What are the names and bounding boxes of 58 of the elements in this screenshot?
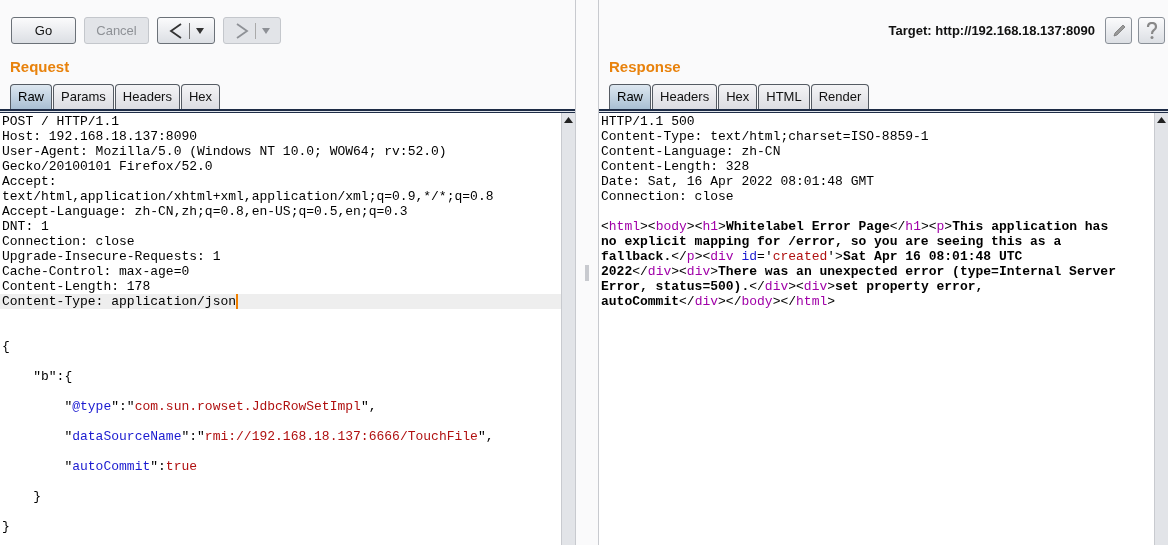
tab[interactable]: Raw [609,84,651,109]
caret-icon [261,27,270,34]
question-mark-icon [1145,21,1158,40]
code-line: POST / HTTP/1.1 [2,114,120,129]
chevron-right-icon [234,22,249,39]
code-line: Upgrade-Insecure-Requests: 1 [2,249,221,264]
code-line: } [2,519,10,534]
code-line: HTTP/1.1 500 [601,114,695,129]
code-line: } [32,489,41,504]
tab[interactable]: Headers [652,84,718,109]
code-line: Content-Type: application/json [2,294,237,309]
code-line: Content-Type: text/html;charset=ISO-8859-1 [601,129,929,144]
back-button[interactable] [157,17,215,44]
caret-icon [195,27,204,34]
code-line: "dataSourceName":"rmi://192.168.18.137:6666/TouchFile", [63,429,494,444]
code-line: Cache-Control: max-age=0 [2,264,190,279]
code-line: Gecko/20100101 Firefox/52.0 [2,159,213,174]
scrollbar[interactable] [1154,113,1168,545]
code-line: "autoCommit":true [63,459,198,474]
code-line: "@type":"com.sun.rowset.JdbcRowSetImpl", [63,399,377,414]
panel-title: Response [608,57,681,77]
help-button[interactable] [1138,17,1165,44]
code-line: { [2,339,10,354]
code-line: Accept: [2,174,57,189]
tab[interactable]: Hex [718,84,758,109]
tab[interactable]: Raw [10,84,52,109]
go-button[interactable]: Go [11,17,76,44]
code-line: Date: Sat, 16 Apr 2022 08:01:48 GMT [601,174,875,189]
scrollbar[interactable] [561,113,575,545]
tab[interactable]: HTML [758,84,810,109]
code-line: text/html,application/xhtml+xml,application/xml;q=0.9,*/*;q=0.8 [2,189,494,204]
code-line: "b":{ [32,369,73,384]
tab[interactable]: Params [53,84,114,109]
edit-button[interactable] [1105,17,1132,44]
tab[interactable]: Render [810,84,870,109]
code-line: Accept-Language: zh-CN,zh;q=0.8,en-US;q=0.5,en;q=0.3 [2,204,408,219]
code-line: Host: 192.168.18.137:8090 [2,129,198,144]
code-line: Error, status=500).</div><div>set property error, [601,279,984,294]
chevron-left-icon [168,22,183,39]
code-line: Content-Language: zh-CN [601,144,781,159]
code-line: User-Agent: Mozilla/5.0 (Windows NT 10.0; WOW64; rv:52.0) [2,144,447,159]
tab[interactable]: Headers [114,84,180,109]
code-line: Connection: close [2,234,135,249]
tab[interactable]: Hex [180,84,221,109]
code-line: autoCommit</div></body></html> [601,294,836,309]
code-line: fallback.</p><div id='created'>Sat Apr 16 08:01:48 UTC [601,249,1023,264]
code-line: <html><body><h1>Whitelabel Error Page</h1><p>This application has [601,219,1109,234]
pencil-icon [1110,22,1127,39]
panel-title: Request [9,57,70,77]
code-line: Content-Length: 178 [2,279,151,294]
target-label: Target: http://192.168.18.137:8090 [888,21,1095,40]
code-line: no explicit mapping for /error, so you are seeing this as a [601,234,1062,249]
code-line: 2022</div><div>There was an unexpected error (type=Internal Server [601,264,1116,279]
text-cursor [236,294,239,309]
splitter-handle-icon[interactable] [585,264,589,281]
code-line: Connection: close [601,189,734,204]
code-line: DNT: 1 [2,219,49,234]
code-line: Content-Length: 328 [601,159,750,174]
